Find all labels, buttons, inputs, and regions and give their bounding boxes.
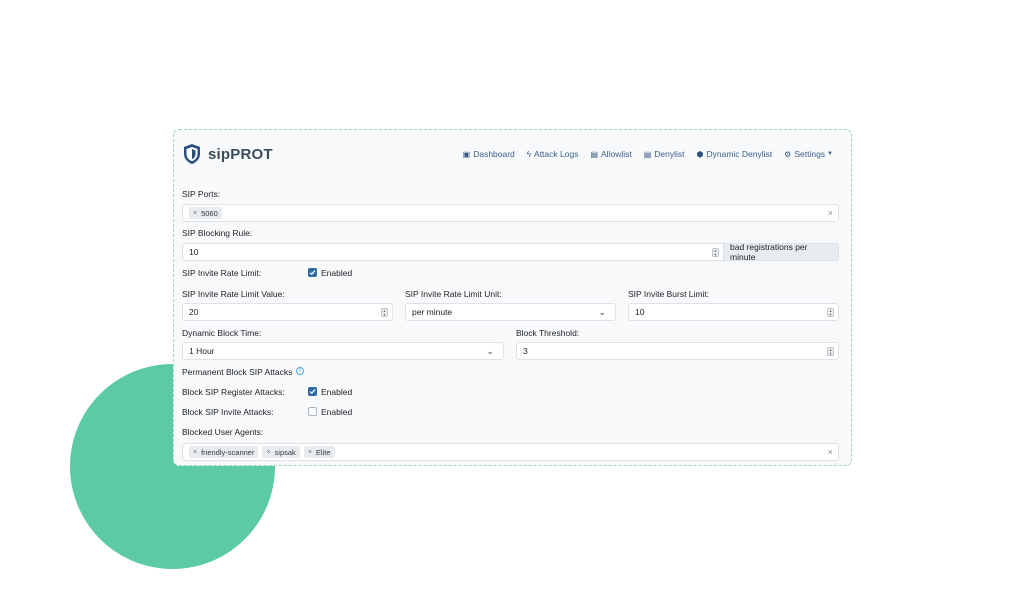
invite-rate-value-label: SIP Invite Rate Limit Value: xyxy=(182,289,285,299)
dynamic-block-time-value: 1 Hour xyxy=(189,346,215,356)
blocking-rule-unit: bad registrations per minute xyxy=(724,242,839,262)
bolt-icon: ϟ xyxy=(526,149,532,159)
invite-burst-input[interactable]: 10 ▲ ▼ xyxy=(628,303,839,321)
port-tag-label: 5060 xyxy=(201,208,218,218)
chevron-down-icon: ⌄ xyxy=(486,346,494,356)
invite-burst-label: SIP Invite Burst Limit: xyxy=(628,289,710,299)
number-spinner[interactable]: ▲ ▼ xyxy=(827,308,834,317)
agent-tag: × sipsak xyxy=(262,446,300,458)
port-tag: × 5060 xyxy=(189,207,222,219)
nav-attack-logs-label: Attack Logs xyxy=(534,149,579,159)
gear-icon: ⚙ xyxy=(784,149,792,159)
blocking-rule-input[interactable]: 10 ▲ ▼ xyxy=(182,243,724,261)
clear-icon[interactable]: × xyxy=(828,447,833,457)
check-icon xyxy=(309,389,316,395)
block-register-label: Block SIP Register Attacks: xyxy=(182,387,285,397)
info-icon[interactable]: i xyxy=(296,367,304,375)
tag-remove-icon[interactable]: × xyxy=(266,449,270,456)
agent-tag: × friendly-scanner xyxy=(189,446,259,458)
agent-tag-label: Elite xyxy=(315,447,331,457)
block-threshold-label: Block Threshold: xyxy=(516,328,580,338)
navbar: sipPROT ▣ Dashboard ϟ Attack Logs ▤ Allo… xyxy=(174,130,851,180)
invite-rate-unit-label: SIP Invite Rate Limit Unit: xyxy=(405,289,502,299)
blocking-rule-value: 10 xyxy=(189,247,199,257)
document-icon: ▤ xyxy=(590,149,599,159)
nav-attack-logs[interactable]: ϟ Attack Logs xyxy=(527,149,579,159)
invite-rate-unit-select[interactable]: per minute ⌄ xyxy=(405,303,616,321)
chevron-down-icon: ⌄ xyxy=(598,307,606,317)
nav-allowlist-label: Allowlist xyxy=(601,149,632,159)
nav-settings-dropdown[interactable]: ⚙ Settings ▼ xyxy=(784,149,833,159)
invite-rate-limit-checkbox[interactable] xyxy=(308,268,317,277)
blocked-agents-input[interactable]: × friendly-scanner × sipsak × Elite × xyxy=(182,443,839,461)
invite-rate-limit-check-label[interactable]: Enabled xyxy=(321,268,352,278)
nav-dynamic-denylist-label: Dynamic Denylist xyxy=(706,149,773,159)
sip-ports-label: SIP Ports: xyxy=(182,189,221,199)
shield-icon xyxy=(184,144,200,164)
sip-ports-input[interactable]: × 5060 × xyxy=(182,204,839,222)
invite-rate-unit-value: per minute xyxy=(412,307,453,317)
brand-logo[interactable]: sipPROT xyxy=(182,143,273,165)
dynamic-block-time-label: Dynamic Block Time: xyxy=(182,328,262,338)
nav-allowlist[interactable]: ▤ Allowlist xyxy=(590,149,631,159)
block-threshold-value: 3 xyxy=(523,346,528,356)
nav-denylist[interactable]: ▤ Denylist xyxy=(644,149,685,159)
nav-denylist-label: Denylist xyxy=(654,149,685,159)
invite-rate-value-input[interactable]: 20 ▲ ▼ xyxy=(182,303,393,321)
invite-rate-limit-label: SIP Invite Rate Limit: xyxy=(182,268,262,278)
nav-dynamic-denylist[interactable]: ⬢ Dynamic Denylist xyxy=(697,149,773,159)
nav-dashboard-label: Dashboard xyxy=(473,149,515,159)
number-spinner[interactable]: ▲ ▼ xyxy=(827,347,834,356)
blocking-rule-label: SIP Blocking Rule: xyxy=(182,228,253,238)
blocked-agents-label: Blocked User Agents: xyxy=(182,427,264,437)
clear-icon[interactable]: × xyxy=(828,208,833,218)
nav-settings-label: Settings xyxy=(794,149,826,159)
permanent-block-heading: Permanent Block SIP Attacks xyxy=(182,367,293,377)
agent-tag-label: sipsak xyxy=(274,447,296,457)
nav-dashboard[interactable]: ▣ Dashboard xyxy=(463,149,515,159)
tag-remove-icon[interactable]: × xyxy=(193,449,197,456)
block-threshold-input[interactable]: 3 ▲ ▼ xyxy=(516,342,839,360)
hexagon-icon: ⬢ xyxy=(696,149,704,159)
number-spinner[interactable]: ▲ ▼ xyxy=(381,308,388,317)
tag-remove-icon[interactable]: × xyxy=(193,210,197,217)
block-invite-checkbox[interactable] xyxy=(308,407,317,416)
block-register-check-label[interactable]: Enabled xyxy=(321,387,352,397)
dynamic-block-time-select[interactable]: 1 Hour ⌄ xyxy=(182,342,504,360)
agent-tag: × Elite xyxy=(303,446,335,458)
block-invite-check-label[interactable]: Enabled xyxy=(321,407,352,417)
document-icon: ▤ xyxy=(643,149,652,159)
settings-panel: sipPROT ▣ Dashboard ϟ Attack Logs ▤ Allo… xyxy=(173,129,852,466)
block-register-checkbox[interactable] xyxy=(308,387,317,396)
caret-down-icon: ▼ xyxy=(827,151,833,157)
check-icon xyxy=(309,270,316,276)
number-spinner[interactable]: ▲ ▼ xyxy=(712,248,719,257)
invite-burst-value: 10 xyxy=(635,307,645,317)
brand-name: sipPROT xyxy=(208,145,273,163)
agent-tag-label: friendly-scanner xyxy=(201,447,255,457)
block-invite-label: Block SIP Invite Attacks: xyxy=(182,407,274,417)
dashboard-icon: ▣ xyxy=(462,149,471,159)
main-nav: ▣ Dashboard ϟ Attack Logs ▤ Allowlist ▤ … xyxy=(451,149,833,159)
invite-rate-value: 20 xyxy=(189,307,199,317)
tag-remove-icon[interactable]: × xyxy=(308,449,312,456)
